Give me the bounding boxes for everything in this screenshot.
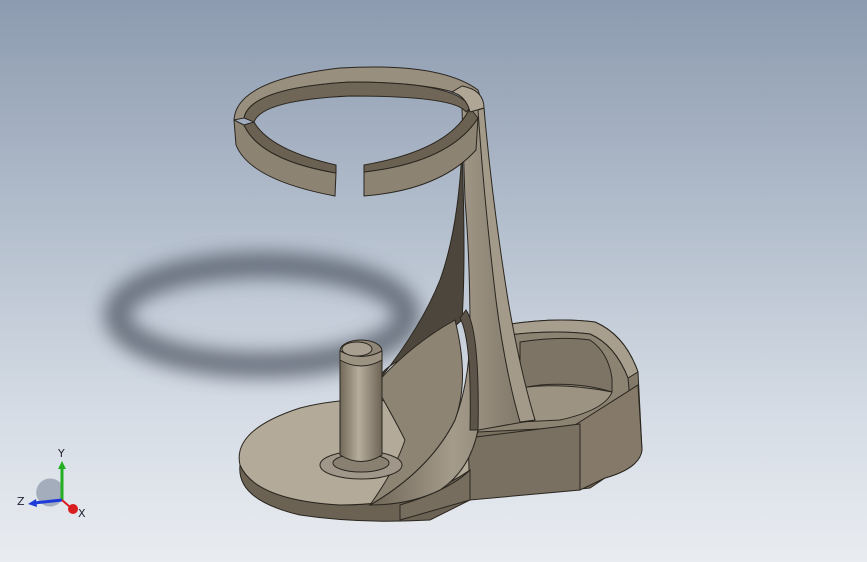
cad-model-view[interactable] [0,0,867,562]
split-ring [233,66,485,197]
x-axis [61,499,78,514]
y-axis-label: Y [57,447,65,460]
z-axis-label: Z [17,495,25,508]
orientation-triad[interactable]: Y Z X [12,445,87,520]
x-axis-label: X [78,507,86,520]
3d-viewport[interactable]: Y Z X [0,0,867,562]
